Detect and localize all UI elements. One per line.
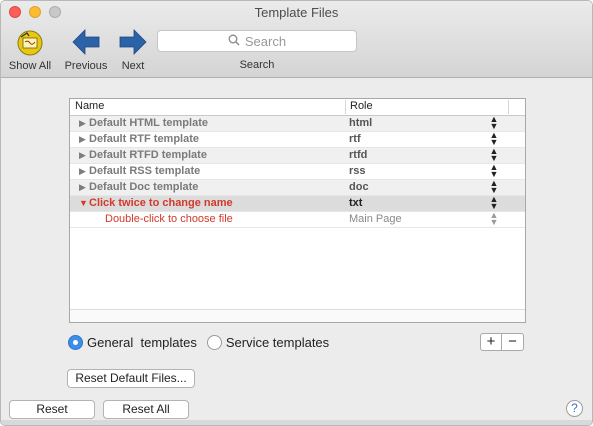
disclosure-triangle-icon[interactable]: ▶ [79, 182, 86, 193]
search-placeholder: Search [244, 33, 287, 49]
next-label: Next [121, 60, 145, 72]
add-template-button[interactable]: + [480, 333, 502, 351]
notes-icon [17, 30, 43, 56]
table-header: Name Role [70, 99, 525, 116]
table-footer [70, 309, 525, 322]
search-caption: Search [239, 59, 275, 71]
stepper-icon[interactable]: ▲ ▼ [489, 195, 499, 211]
template-files-window: Template Files Show All Previous Next Se… [0, 0, 593, 426]
template-name: Default RTFD template [89, 149, 207, 161]
stepper-icon[interactable]: ▲ ▼ [489, 211, 499, 227]
column-separator[interactable] [508, 100, 509, 114]
toolbar: Template Files Show All Previous Next Se… [1, 1, 592, 78]
table-child-row[interactable]: Double-click to choose file Main Page ▲ ▼ [70, 211, 525, 228]
remove-template-button[interactable]: − [502, 333, 524, 351]
column-header-name[interactable]: Name [75, 100, 104, 112]
stepper-icon[interactable]: ▲ ▼ [489, 147, 499, 163]
template-name: Default RSS template [89, 165, 201, 177]
column-header-role[interactable]: Role [350, 100, 373, 112]
table-row[interactable]: ▶ Default RSS template rss ▲ ▼ [70, 163, 525, 180]
template-role: txt [349, 197, 363, 209]
disclosure-triangle-icon[interactable]: ▶ [79, 118, 86, 129]
left-arrow-icon [72, 29, 100, 55]
template-name: Default Doc template [89, 181, 199, 193]
search-input[interactable]: Search [157, 30, 357, 52]
previous-button[interactable]: Previous [62, 27, 110, 72]
template-name: Click twice to change name [89, 197, 233, 209]
general-templates-radio[interactable] [68, 335, 83, 350]
reset-all-button[interactable]: Reset All [103, 400, 189, 419]
table-row[interactable]: ▶ Default RTFD template rtfd ▲ ▼ [70, 147, 525, 164]
stepper-icon[interactable]: ▲ ▼ [489, 179, 499, 195]
template-name: Default HTML template [89, 117, 208, 129]
stepper-icon[interactable]: ▲ ▼ [489, 131, 499, 147]
service-templates-radio[interactable] [206, 335, 222, 350]
template-role: rtf [349, 133, 361, 145]
template-table: Name Role ▶ Default HTML template html ▲… [69, 98, 526, 323]
disclosure-triangle-expanded-icon[interactable]: ▼ [79, 198, 88, 208]
show-all-label: Show All [8, 60, 52, 72]
template-name: Default RTF template [89, 133, 200, 145]
next-button[interactable]: Next [117, 27, 149, 72]
disclosure-triangle-icon[interactable]: ▶ [79, 134, 86, 145]
table-row[interactable]: ▶ Default HTML template html ▲ ▼ [70, 115, 525, 132]
help-icon[interactable]: ? [566, 400, 583, 417]
general-templates-label[interactable]: General templates [87, 335, 197, 350]
service-templates-label[interactable]: Service templates [226, 335, 329, 350]
bottom-edge [1, 420, 592, 425]
table-row[interactable]: ▶ Default Doc template doc ▲ ▼ [70, 179, 525, 196]
right-arrow-icon [119, 29, 147, 55]
reset-button[interactable]: Reset [9, 400, 95, 419]
stepper-icon[interactable]: ▲ ▼ [489, 163, 499, 179]
table-row[interactable]: ▶ Default RTF template rtf ▲ ▼ [70, 131, 525, 148]
table-row-selected[interactable]: ▼ Click twice to change name txt ▲ ▼ [70, 195, 525, 212]
template-role: rtfd [349, 149, 368, 161]
column-separator[interactable] [345, 100, 346, 114]
search-icon [228, 34, 240, 49]
template-type-radio-group: General templates Service templates [68, 335, 339, 350]
template-file-name: Double-click to choose file [105, 213, 233, 225]
stepper-icon[interactable]: ▲ ▼ [489, 115, 499, 131]
disclosure-triangle-icon[interactable]: ▶ [79, 150, 86, 161]
reset-default-files-button[interactable]: Reset Default Files... [67, 369, 195, 388]
previous-label: Previous [64, 60, 108, 72]
template-role: html [349, 117, 373, 129]
window-title: Template Files [254, 5, 339, 20]
template-file-role: Main Page [349, 213, 402, 225]
template-role: rss [349, 165, 366, 177]
show-all-button[interactable]: Show All [7, 27, 53, 72]
template-role: doc [349, 181, 369, 193]
disclosure-triangle-icon[interactable]: ▶ [79, 166, 86, 177]
